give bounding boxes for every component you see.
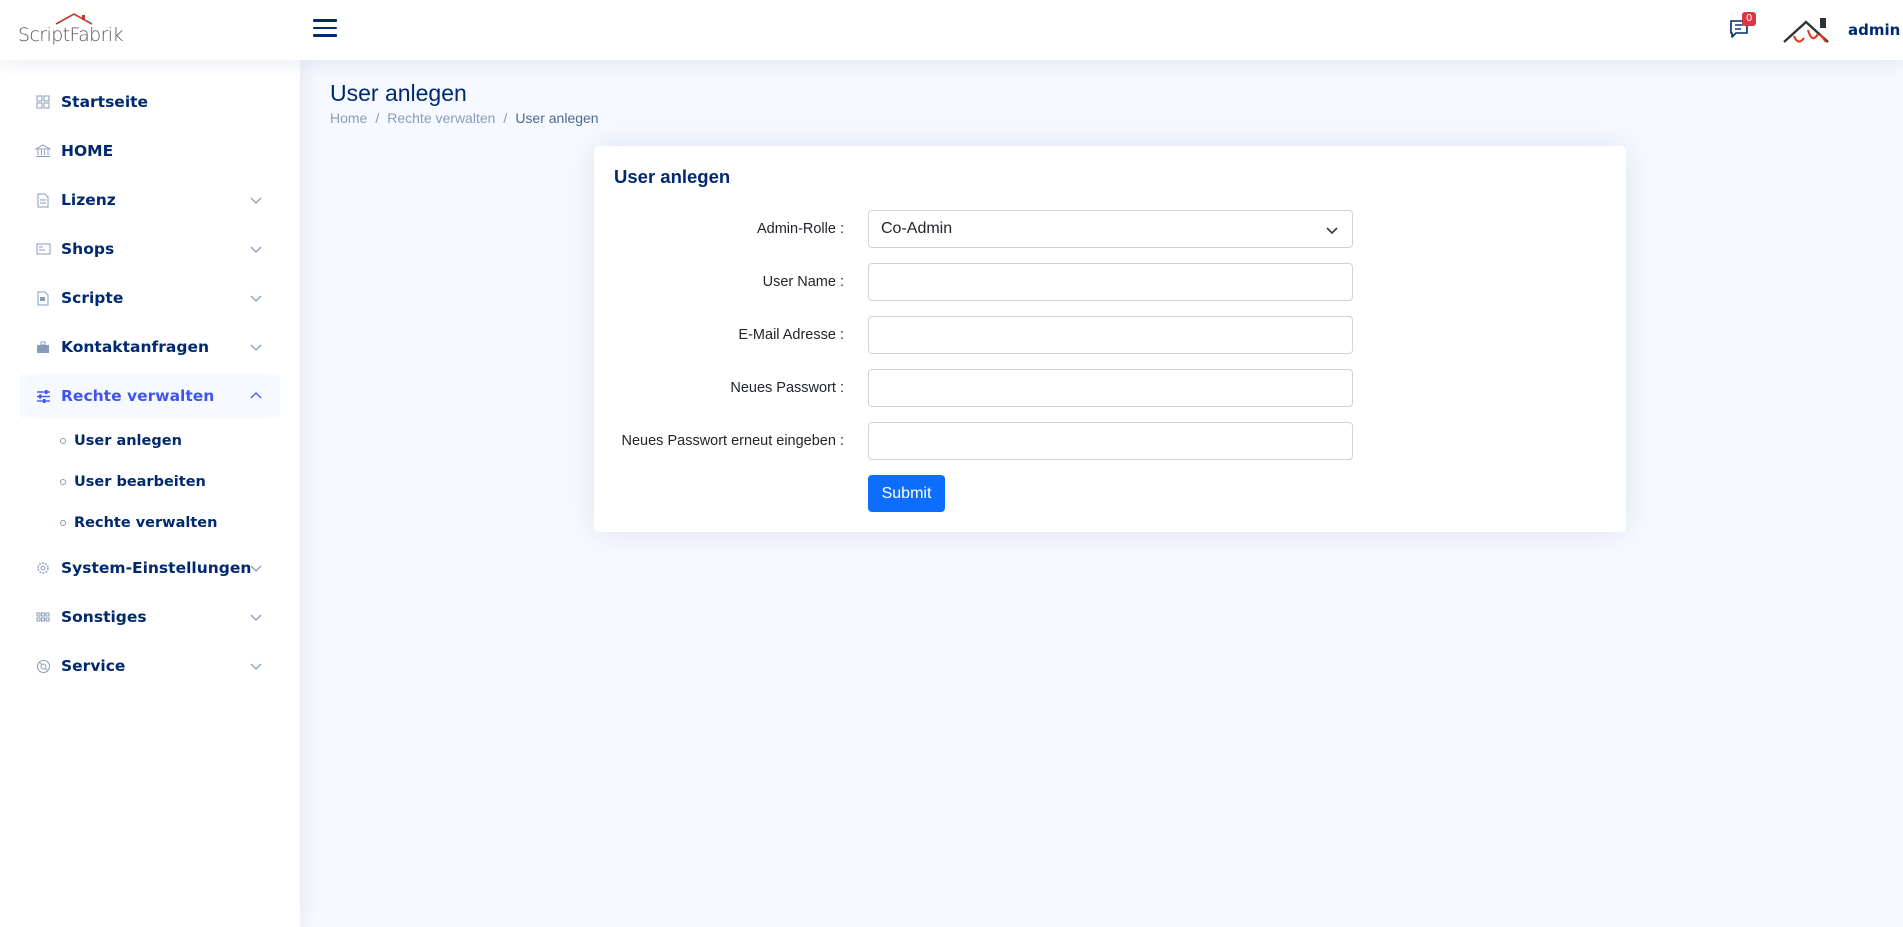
admin-role-select[interactable]: Co-Admin bbox=[868, 210, 1353, 248]
document-icon bbox=[35, 192, 51, 208]
sidebar-subitem-label: Rechte verwalten bbox=[74, 515, 218, 531]
user-name-input[interactable] bbox=[868, 263, 1353, 301]
sidebar-subitem-rechte-verwalten[interactable]: Rechte verwalten bbox=[20, 505, 280, 541]
user-name-label: User Name : bbox=[762, 274, 844, 290]
form-row-user-name: User Name : bbox=[594, 263, 1626, 301]
sidebar: Startseite HOME Lizenz Shops Scripte Kon… bbox=[0, 60, 300, 927]
circle-icon bbox=[60, 520, 66, 526]
user-create-card: User anlegen Admin-Rolle : Co-Admin User… bbox=[594, 146, 1626, 532]
sidebar-item-label: Sonstiges bbox=[61, 608, 147, 626]
sidebar-item-rechte-verwalten[interactable]: Rechte verwalten bbox=[20, 374, 280, 418]
page-title: User anlegen bbox=[330, 80, 467, 106]
notification-count-badge: 0 bbox=[1742, 12, 1757, 26]
breadcrumb: Home / Rechte verwalten / User anlegen bbox=[330, 110, 599, 126]
chevron-down-icon bbox=[250, 344, 262, 351]
sidebar-subitem-user-bearbeiten[interactable]: User bearbeiten bbox=[20, 464, 280, 500]
service-icon bbox=[35, 658, 51, 674]
sidebar-item-label: Shops bbox=[61, 240, 115, 258]
menu-toggle-icon[interactable] bbox=[313, 19, 337, 41]
main-content: User anlegen Home / Rechte verwalten / U… bbox=[330, 60, 1903, 927]
file-icon bbox=[35, 290, 51, 306]
chevron-down-icon bbox=[250, 565, 262, 572]
chevron-down-icon bbox=[250, 246, 262, 253]
sidebar-item-label: Scripte bbox=[61, 289, 124, 307]
sidebar-item-label: Lizenz bbox=[61, 191, 116, 209]
password-repeat-input[interactable] bbox=[868, 422, 1353, 460]
password-input[interactable] bbox=[868, 369, 1353, 407]
admin-role-selected-value: Co-Admin bbox=[881, 220, 953, 237]
form-row-email: E-Mail Adresse : bbox=[594, 316, 1626, 354]
submit-button[interactable]: Submit bbox=[868, 475, 945, 512]
avatar bbox=[1783, 18, 1829, 43]
logo-text: ScriptFabrik bbox=[18, 24, 123, 46]
profile-dropdown[interactable]: admin bbox=[1782, 12, 1903, 48]
breadcrumb-home[interactable]: Home bbox=[330, 110, 367, 126]
apps-icon bbox=[35, 609, 51, 625]
sidebar-item-label: Service bbox=[61, 657, 126, 675]
breadcrumb-rechte-verwalten[interactable]: Rechte verwalten bbox=[387, 110, 495, 126]
sidebar-item-service[interactable]: Service bbox=[20, 644, 280, 688]
logo[interactable]: ScriptFabrik bbox=[18, 12, 128, 46]
logo-roof-icon bbox=[55, 13, 93, 25]
chevron-down-icon bbox=[250, 197, 262, 204]
sidebar-item-label: Startseite bbox=[61, 93, 149, 111]
chevron-up-icon bbox=[250, 392, 262, 399]
chevron-down-icon bbox=[250, 295, 262, 302]
sidebar-item-label: System-Einstellungen bbox=[61, 559, 252, 577]
breadcrumb-separator: / bbox=[503, 110, 508, 126]
card-title: User anlegen bbox=[614, 166, 731, 187]
form-row-password-repeat: Neues Passwort erneut eingeben : bbox=[594, 422, 1626, 460]
chevron-down-icon bbox=[250, 614, 262, 621]
form-row-password: Neues Passwort : bbox=[594, 369, 1626, 407]
sidebar-item-label: Kontaktanfragen bbox=[61, 338, 209, 356]
circle-icon bbox=[60, 479, 66, 485]
breadcrumb-current: User anlegen bbox=[515, 110, 599, 126]
top-header: ScriptFabrik 0 admin bbox=[0, 0, 1903, 60]
password-repeat-label: Neues Passwort erneut eingeben : bbox=[621, 433, 844, 449]
password-label: Neues Passwort : bbox=[730, 380, 844, 396]
card-icon bbox=[35, 241, 51, 257]
gear-icon bbox=[35, 560, 51, 576]
sidebar-item-label: HOME bbox=[61, 142, 114, 160]
briefcase-icon bbox=[35, 339, 51, 355]
form-row-admin-role: Admin-Rolle : Co-Admin bbox=[594, 210, 1626, 248]
sidebar-item-startseite[interactable]: Startseite bbox=[20, 80, 280, 124]
admin-role-label: Admin-Rolle : bbox=[756, 221, 844, 237]
sidebar-item-system-einstellungen[interactable]: System-Einstellungen bbox=[20, 546, 280, 590]
email-label: E-Mail Adresse : bbox=[738, 327, 844, 343]
sidebar-item-label: Rechte verwalten bbox=[61, 387, 215, 405]
notifications-button[interactable]: 0 bbox=[1728, 12, 1757, 44]
bank-icon bbox=[35, 143, 51, 159]
sidebar-item-home[interactable]: HOME bbox=[20, 129, 280, 173]
sidebar-item-sonstiges[interactable]: Sonstiges bbox=[20, 595, 280, 639]
sidebar-item-lizenz[interactable]: Lizenz bbox=[20, 178, 280, 222]
chevron-down-icon bbox=[250, 663, 262, 670]
sidebar-subitem-label: User anlegen bbox=[74, 433, 182, 449]
email-input[interactable] bbox=[868, 316, 1353, 354]
sidebar-item-scripte[interactable]: Scripte bbox=[20, 276, 280, 320]
sidebar-subitem-label: User bearbeiten bbox=[74, 474, 206, 490]
sidebar-subitem-user-anlegen[interactable]: User anlegen bbox=[20, 423, 280, 459]
sidebar-item-shops[interactable]: Shops bbox=[20, 227, 280, 271]
profile-name: admin bbox=[1848, 21, 1901, 39]
sidebar-item-kontaktanfragen[interactable]: Kontaktanfragen bbox=[20, 325, 280, 369]
chevron-down-icon bbox=[1326, 227, 1338, 235]
circle-icon bbox=[60, 438, 66, 444]
breadcrumb-separator: / bbox=[375, 110, 380, 126]
grid-icon bbox=[35, 94, 51, 110]
sliders-icon bbox=[35, 388, 51, 404]
